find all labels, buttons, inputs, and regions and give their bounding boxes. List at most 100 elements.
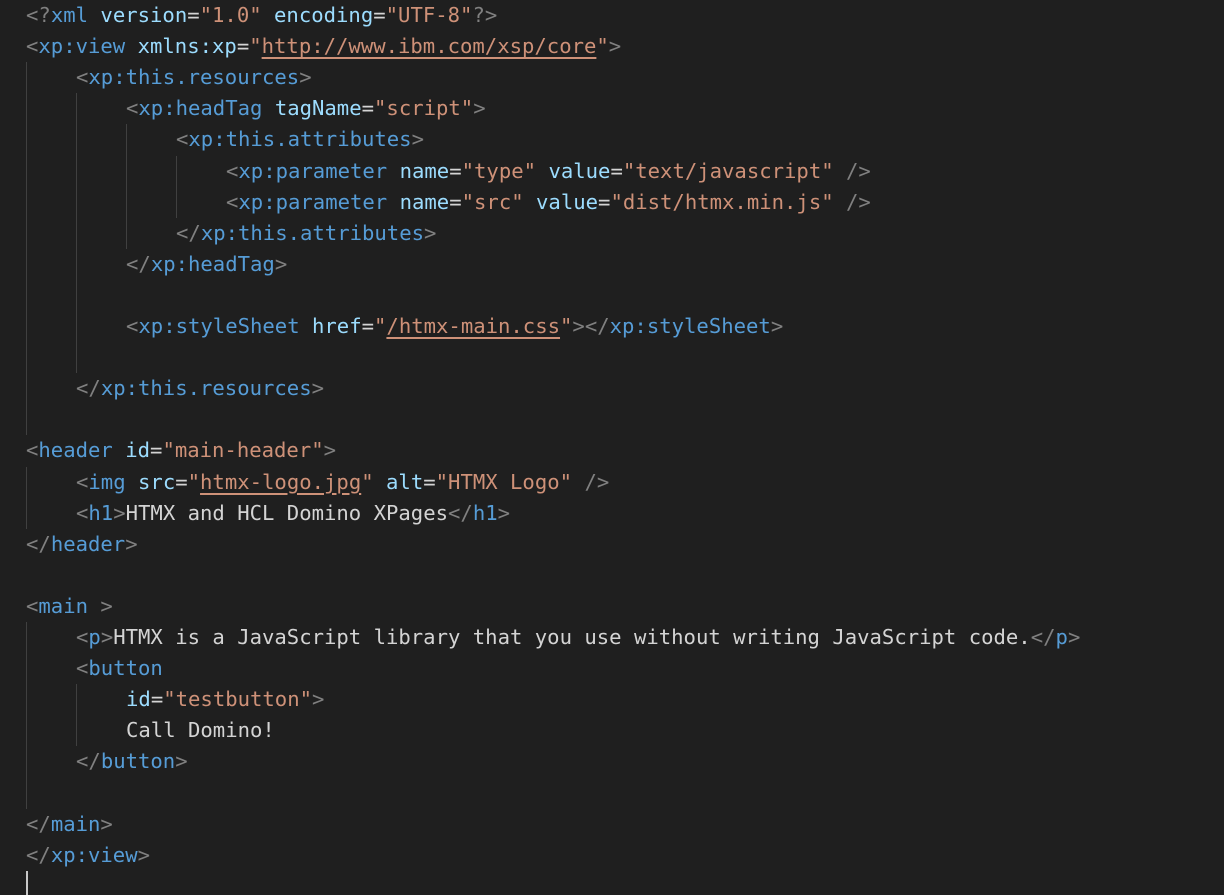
code-token: "type"	[461, 158, 537, 183]
code-token: =	[175, 469, 188, 494]
code-line[interactable]: <xp:parameter name="src" value="dist/htm…	[226, 187, 871, 218]
code-token: =	[598, 189, 611, 214]
code-line[interactable]: <xp:this.attributes>	[176, 124, 424, 155]
code-token: value	[536, 189, 599, 214]
code-token: htmx-logo.jpg	[200, 469, 362, 494]
code-token: button	[100, 749, 176, 774]
code-line[interactable]: <xp:view xmlns:xp="http://www.ibm.com/xs…	[26, 31, 621, 62]
indent-guide	[76, 93, 77, 374]
code-line[interactable]: <xp:styleSheet href="/htmx-main.css"></x…	[126, 311, 783, 342]
code-token: >	[100, 811, 113, 836]
code-token: main	[50, 811, 101, 836]
code-token: </	[176, 220, 201, 245]
code-token: />	[584, 469, 610, 494]
code-token: "HTMX Logo"	[435, 469, 573, 494]
code-line[interactable]: </button>	[76, 746, 188, 777]
code-token: =	[361, 314, 375, 338]
code-token: header	[38, 438, 113, 463]
code-line[interactable]: <p>HTMX is a JavaScript library that you…	[76, 622, 1080, 653]
code-line[interactable]: <xp:parameter name="type" value="text/ja…	[226, 156, 871, 187]
code-line[interactable]: </xp:view>	[26, 840, 150, 871]
code-token: </	[1030, 625, 1056, 649]
code-token: <?	[26, 3, 51, 27]
code-token: <	[226, 189, 239, 214]
code-token: xp:this.resources	[88, 65, 300, 90]
code-token: xml	[50, 3, 89, 27]
indent-guide	[126, 124, 127, 249]
code-editor[interactable]: <?xml version="1.0" encoding="UTF-8"?> <x…	[0, 0, 1224, 895]
code-line[interactable]: <img src="htmx-logo.jpg" alt="HTMX Logo"…	[76, 467, 609, 498]
code-token: ></	[572, 314, 610, 338]
code-token: "	[249, 34, 262, 59]
code-token: "script"	[374, 96, 474, 121]
code-token: name	[399, 158, 450, 183]
code-token: >	[608, 34, 622, 59]
code-token: <	[26, 438, 39, 463]
code-token: xp:this.attributes	[188, 127, 412, 152]
code-token: </	[26, 842, 51, 867]
code-token: HTMX is a JavaScript library that you us…	[113, 625, 1031, 649]
code-line[interactable]: <main >	[26, 591, 113, 622]
code-token: </	[26, 531, 51, 556]
indent-guide	[26, 622, 27, 809]
code-token: <	[76, 656, 89, 681]
code-token: >	[411, 127, 424, 152]
code-token: "UTF-8"	[385, 3, 473, 27]
code-line[interactable]: </xp:headTag>	[126, 249, 287, 280]
code-line[interactable]: <?xml version="1.0" encoding="UTF-8"?>	[26, 0, 497, 31]
code-token: "	[187, 469, 201, 494]
code-token: Call Domino!	[126, 718, 275, 743]
code-line[interactable]: </xp:this.attributes>	[176, 218, 436, 249]
code-line[interactable]: </header>	[26, 529, 138, 560]
code-line[interactable]: </xp:this.resources>	[76, 373, 324, 404]
code-token: "src"	[461, 189, 524, 214]
code-token: >	[299, 65, 312, 90]
code-token: HTMX and HCL Domino XPages	[125, 500, 448, 525]
code-token: xmlns:xp	[137, 34, 237, 59]
code-token: xp:headTag	[150, 251, 275, 276]
code-line[interactable]: <h1>HTMX and HCL Domino XPages</h1>	[76, 498, 510, 529]
code-token: =	[187, 3, 200, 27]
code-token: h1	[472, 500, 498, 525]
code-token: xp:this.resources	[100, 376, 312, 401]
code-token: <	[226, 158, 239, 183]
code-line[interactable]: </main>	[26, 809, 113, 840]
code-token: ?>	[472, 3, 498, 27]
code-line[interactable]: <xp:this.resources>	[76, 62, 312, 93]
code-token: value	[548, 158, 611, 183]
code-line[interactable]: <xp:headTag tagName="script">	[126, 93, 486, 124]
code-token: />	[846, 158, 871, 183]
code-token: </	[76, 749, 101, 774]
code-token: >	[424, 220, 437, 245]
code-token: >	[100, 593, 113, 618]
code-token: <	[76, 500, 89, 525]
code-token: id	[125, 438, 151, 463]
code-token: >	[312, 687, 325, 712]
code-token: =	[236, 34, 250, 59]
text-cursor	[26, 871, 28, 895]
indent-guide	[76, 684, 77, 747]
code-token: xp:this.attributes	[200, 220, 424, 245]
code-token: <	[76, 65, 89, 90]
code-token: xp:view	[38, 34, 126, 59]
code-token: xp:parameter	[238, 158, 388, 183]
code-line[interactable]: Call Domino!	[126, 715, 275, 746]
code-token: encoding	[274, 3, 374, 27]
code-line[interactable]: <header id="main-header">	[26, 435, 336, 466]
code-token: =	[610, 158, 623, 183]
code-token: "testbutton"	[163, 687, 313, 712]
code-token: button	[88, 656, 163, 681]
code-line[interactable]: id="testbutton">	[126, 684, 324, 715]
code-token: xp:view	[50, 842, 138, 867]
code-line[interactable]: <button	[76, 653, 163, 684]
